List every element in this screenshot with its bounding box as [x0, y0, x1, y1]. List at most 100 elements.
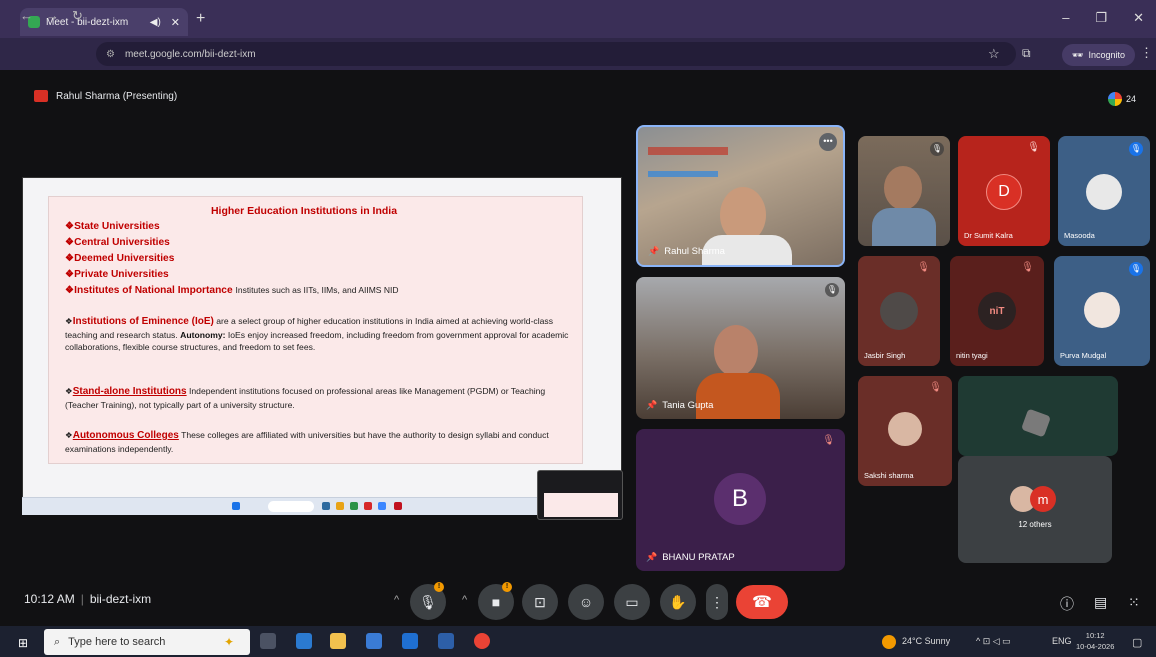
chat-icon[interactable]: ▤: [1094, 594, 1107, 611]
store-icon[interactable]: [366, 633, 382, 649]
raise-hand-button[interactable]: ✋: [660, 584, 696, 620]
participant-name: 📌 Rahul Sharma: [648, 246, 725, 257]
present-button[interactable]: ⊡: [522, 584, 558, 620]
participant-avatar: [1084, 292, 1120, 328]
restore-icon[interactable]: ❐: [1095, 10, 1107, 26]
shared-app-icon: [322, 502, 330, 510]
ioe-paragraph: ❖Institutions of Eminence (IoE) are a se…: [65, 316, 569, 352]
weather-icon: [882, 635, 896, 649]
captions-icon: ▭: [625, 593, 639, 610]
taskbar-search[interactable]: ⌕ Type here to search ✦: [44, 629, 250, 655]
shared-search-box: [268, 501, 314, 512]
reload-icon[interactable]: ↻: [72, 8, 83, 24]
search-highlight-icon: ✦: [223, 635, 234, 649]
camera-button[interactable]: ■!: [478, 582, 514, 620]
tray-icons[interactable]: ^ ⊡ ◁ ▭: [976, 636, 1011, 647]
shared-app-icon: [364, 502, 372, 510]
participant-name: Sakshi sharma: [864, 471, 914, 480]
emoji-icon: ☺: [578, 594, 594, 610]
bullet-item: ❖State Universities: [65, 221, 160, 232]
bookmark-star-icon[interactable]: ☆: [988, 46, 1000, 62]
participant-name: Dr Sumit Kalra: [964, 231, 1013, 240]
others-tile[interactable]: m 12 others: [958, 456, 1112, 563]
task-view-icon[interactable]: [260, 633, 276, 649]
participant-tile-rahul[interactable]: ••• 📌 Rahul Sharma: [636, 125, 845, 267]
participant-tile-sumit[interactable]: D 🎙 Dr Sumit Kalra: [958, 136, 1050, 246]
participant-tile-jasbir[interactable]: 🎙 Jasbir Singh: [858, 256, 940, 366]
browser-menu-icon[interactable]: ⋮: [1140, 45, 1153, 61]
pin-icon: 📌: [646, 552, 658, 562]
participant-name: Purva Mudgal: [1060, 351, 1107, 360]
notification-icon[interactable]: ▢: [1132, 636, 1142, 649]
participant-tile-bhanu[interactable]: B 🎙 📌 BHANU PRATAP: [636, 429, 845, 571]
warning-badge-icon: !: [502, 582, 512, 592]
clock-time: 10:12: [1085, 631, 1105, 640]
participant-tile-masooda[interactable]: 🎙 Masooda: [1058, 136, 1150, 246]
muted-mic-icon: 🎙: [929, 382, 942, 393]
self-preview-thumbnail[interactable]: [537, 470, 623, 520]
speaker-icon[interactable]: ◀): [150, 17, 161, 28]
close-window-icon[interactable]: ✕: [1133, 10, 1144, 26]
pin-icon: 📌: [646, 400, 658, 410]
weather-text: 24°C Sunny: [902, 636, 951, 646]
video-options-icon[interactable]: ^: [462, 594, 467, 606]
app-icon[interactable]: [438, 633, 454, 649]
shared-start-icon: [232, 502, 240, 510]
bullet-item: ❖Institutes of National Importance Insti…: [65, 285, 399, 296]
participant-tile-sakshi[interactable]: 🎙 Sakshi sharma: [858, 376, 952, 486]
captions-button[interactable]: ▭: [614, 584, 650, 620]
close-tab-icon[interactable]: ✕: [171, 16, 180, 29]
shared-app-icon: [336, 502, 344, 510]
muted-mic-icon: 🎙: [822, 435, 835, 446]
reactions-button[interactable]: ☺: [568, 584, 604, 620]
file-explorer-icon[interactable]: [330, 633, 346, 649]
present-screen-icon: [34, 90, 48, 102]
more-options-icon[interactable]: •••: [819, 133, 837, 151]
hand-icon: ✋: [669, 593, 687, 610]
leave-call-button[interactable]: ☎: [736, 585, 788, 619]
muted-mic-icon: 🎙: [930, 142, 944, 156]
participant-tile-video[interactable]: [958, 376, 1118, 456]
incognito-label: Incognito: [1088, 50, 1125, 60]
shared-taskbar: [22, 497, 622, 515]
new-tab-button[interactable]: +: [196, 10, 205, 28]
bullet-item: ❖Central Universities: [65, 237, 170, 248]
audio-options-icon[interactable]: ^: [394, 594, 399, 606]
address-bar[interactable]: ⚙ meet.google.com/bii-dezt-ixm: [96, 42, 1016, 66]
participant-face: [884, 166, 922, 210]
participant-tile-purva[interactable]: 🎙 Purva Mudgal: [1054, 256, 1150, 366]
participant-avatar: m: [1030, 486, 1056, 512]
language-indicator[interactable]: ENG: [1052, 636, 1072, 646]
others-label: 12 others: [1018, 520, 1052, 529]
mail-icon[interactable]: [402, 633, 418, 649]
edge-icon[interactable]: [296, 633, 312, 649]
participant-avatar: [888, 412, 922, 446]
mic-button[interactable]: 🎙!: [410, 582, 446, 620]
clock-date: 10-04-2026: [1076, 642, 1115, 651]
back-icon[interactable]: ←: [20, 8, 33, 23]
chrome-icon[interactable]: [474, 633, 490, 649]
minimize-icon[interactable]: –: [1062, 10, 1069, 26]
muted-mic-icon: 🎙: [917, 262, 930, 273]
participant-face: [714, 325, 758, 377]
participant-name: nitin tyagi: [956, 351, 988, 360]
incognito-badge[interactable]: 🕶 Incognito: [1062, 44, 1135, 66]
muted-mic-icon: 🎙: [1021, 262, 1034, 273]
shared-app-icon: [350, 502, 358, 510]
activities-icon[interactable]: ⁙: [1128, 594, 1140, 611]
participant-avatar: [880, 292, 918, 330]
taskbar-clock[interactable]: 10:12 10-04-2026: [1076, 630, 1114, 652]
forward-icon[interactable]: →: [46, 8, 59, 23]
participant-name: 📌 BHANU PRATAP: [646, 552, 735, 563]
participant-avatar: B: [714, 473, 766, 525]
participant-tile-tania[interactable]: 🎙 📌 Tania Gupta: [636, 277, 845, 419]
participant-tile-nitin[interactable]: niT 🎙 nitin tyagi: [950, 256, 1044, 366]
site-info-icon[interactable]: ⚙: [106, 49, 115, 60]
incognito-icon: 🕶: [1072, 49, 1084, 60]
info-icon[interactable]: ⓘ: [1060, 594, 1074, 614]
windows-start-icon[interactable]: ⊞: [18, 636, 28, 650]
participant-tile-video[interactable]: 🎙: [858, 136, 950, 246]
more-options-button[interactable]: ⋮: [706, 584, 728, 620]
split-view-icon[interactable]: ⧉: [1022, 46, 1031, 61]
people-indicator[interactable]: 24: [1108, 92, 1136, 106]
